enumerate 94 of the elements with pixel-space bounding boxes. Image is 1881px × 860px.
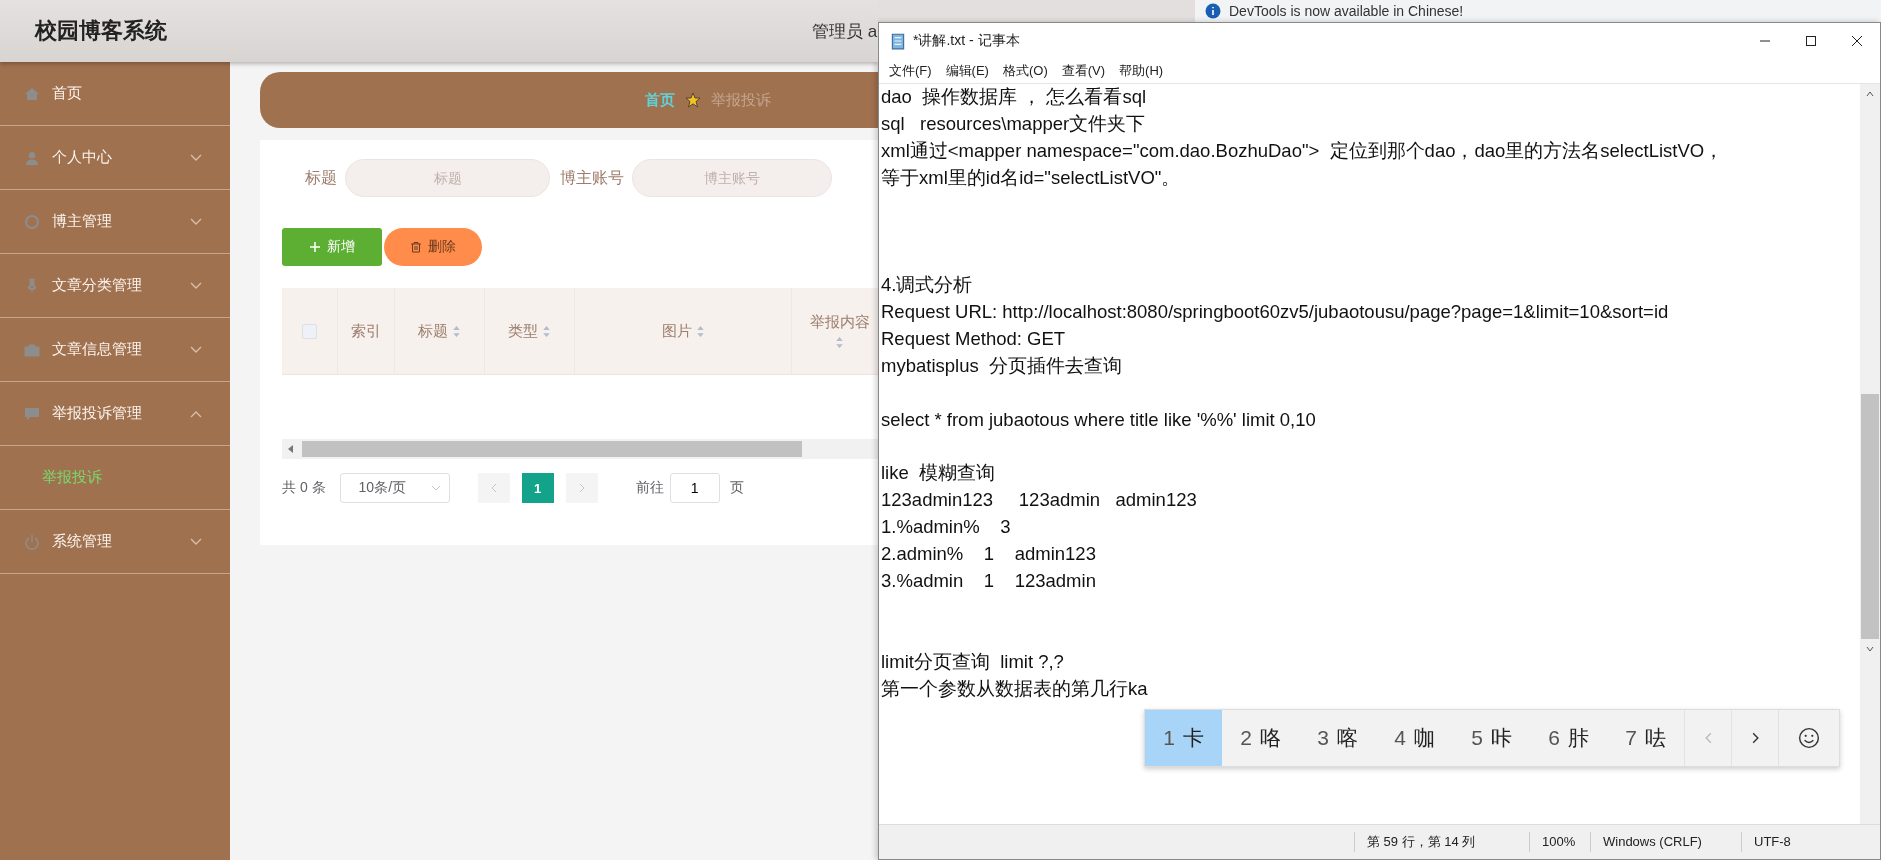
window-title: *讲解.txt - 记事本	[913, 32, 1020, 50]
sort-icon	[452, 324, 461, 338]
menu-icon	[24, 277, 40, 294]
search-field[interactable]: 标题	[345, 159, 550, 197]
scroll-down-icon[interactable]	[1866, 646, 1874, 652]
smiley-icon	[1798, 727, 1820, 749]
menu-item[interactable]: 帮助(H)	[1113, 62, 1170, 80]
previous-page-button[interactable]	[477, 473, 510, 503]
text-line: 2.admin% 1 admin123	[881, 543, 1096, 565]
status-text: 100%	[1529, 832, 1590, 852]
add-button[interactable]: 新增	[282, 228, 382, 266]
text-line: 123admin123 123admin admin123	[881, 489, 1197, 511]
sidebar-item[interactable]: 首页	[0, 62, 230, 126]
text-line: mybatisplus 分页插件去查询	[881, 354, 1122, 376]
page-unit: 页	[729, 479, 744, 497]
sidebar-item[interactable]: 文章分类管理	[0, 254, 230, 318]
page-input[interactable]: 1	[669, 473, 720, 503]
status-text: Windows (CRLF)	[1590, 832, 1741, 852]
candidate[interactable]: 1 卡	[1145, 710, 1222, 766]
sort-icon	[542, 324, 551, 338]
search-field[interactable]: 博主账号	[632, 159, 832, 197]
text-line: 4.调式分析	[881, 274, 973, 296]
column-header[interactable]: 类型	[485, 288, 575, 374]
page-size-select[interactable]: 10条/页	[339, 473, 450, 503]
chevron-left-icon	[490, 483, 497, 493]
sidebar-item[interactable]: 文章信息管理	[0, 318, 230, 382]
text-line: dao 操作数据库 ， 怎么看看sql	[881, 86, 1147, 107]
caret-icon	[430, 485, 441, 491]
text-line: sql resources\mapper文件夹下	[881, 112, 1146, 134]
sort-icon	[695, 324, 705, 338]
scroll-up-icon[interactable]	[1866, 91, 1874, 97]
menu-item[interactable]: 查看(V)	[1055, 62, 1112, 80]
menu-icon	[24, 213, 40, 230]
checkbox[interactable]	[302, 323, 317, 339]
page-button[interactable]: 1	[521, 473, 554, 503]
chevron-right-icon	[578, 483, 585, 493]
menu-item[interactable]: 格式(O)	[996, 62, 1054, 80]
candidate[interactable]: 3 喀	[1299, 710, 1376, 766]
notepad-icon	[889, 32, 907, 50]
menu-item[interactable]: 编辑(E)	[939, 62, 995, 80]
text-line: limit分页查询 limit ?,?	[881, 650, 1064, 672]
menu-icon	[24, 85, 40, 102]
menu-icon	[24, 341, 40, 358]
status-text: 第 59 行，第 14 列	[1354, 832, 1529, 852]
text-line: like 模糊查询	[881, 462, 996, 484]
text-line: xml通过<mapper namespace="com.dao.BozhuDao"> 定位到那个dao，dao里的方法名selectListVO，	[881, 139, 1724, 161]
total-count: 共 0 条	[282, 479, 326, 497]
field-label: 博主账号	[560, 167, 624, 188]
sidebar-item[interactable]: 博主管理	[0, 190, 230, 254]
star-icon	[685, 92, 701, 108]
candidate[interactable]: 7 呿	[1607, 710, 1684, 766]
candidate[interactable]: 2 咯	[1222, 710, 1299, 766]
maximize-icon	[1805, 35, 1817, 47]
text-line: Request URL: http://localhost:8080/springboot60zv5/jubaotousu/page?page=1&limit=10&sort=id	[881, 301, 1669, 323]
candidate[interactable]: 6 胩	[1530, 710, 1607, 766]
chevron-right-icon	[1751, 732, 1759, 744]
sidebar-subitem[interactable]: 举报投诉	[0, 446, 230, 510]
info-icon	[1205, 3, 1221, 19]
user-label: 管理员 a	[812, 20, 878, 43]
text-line: 1.%admin% 3	[881, 516, 1011, 538]
breadcrumb-link[interactable]: 首页	[645, 90, 675, 110]
scroll-left-icon[interactable]	[288, 445, 294, 453]
column-header[interactable]: 标题	[395, 288, 485, 374]
next-page-button[interactable]	[565, 473, 598, 503]
site-title: 校园博客系统	[35, 17, 167, 45]
menu-icon	[24, 405, 40, 422]
scrollbar[interactable]	[1860, 84, 1880, 824]
candidate[interactable]: 5 咔	[1453, 710, 1530, 766]
plus-icon	[309, 241, 321, 253]
chevron-left-icon	[1704, 732, 1712, 744]
text-line: select * from jubaotous where title like '%%' limit 0,10	[881, 408, 1316, 430]
text-line: Request Method: GET	[881, 328, 1066, 349]
status-text: UTF-8	[1741, 832, 1803, 852]
delete-button[interactable]: 删除	[384, 228, 482, 266]
text-line: 第一个参数从数据表的第几行ka	[881, 677, 1148, 699]
goto-label: 前往	[635, 479, 664, 497]
trash-icon	[410, 241, 422, 253]
notice-text: DevTools is now available in Chinese!	[1229, 3, 1464, 19]
column-header[interactable]: 图片	[575, 288, 792, 374]
text-line: 3.%admin 1 123admin	[881, 570, 1096, 592]
sidebar-item[interactable]: 系统管理	[0, 510, 230, 574]
candidate[interactable]: 4 咖	[1376, 710, 1453, 766]
menu-item[interactable]: 文件(F)	[883, 62, 938, 80]
menu-icon	[24, 149, 40, 166]
column-header[interactable]: 索引	[338, 288, 395, 374]
sidebar-item[interactable]: 个人中心	[0, 126, 230, 190]
field-label: 标题	[305, 167, 337, 188]
sort-icon	[835, 336, 844, 349]
column-header[interactable]: 举报内容	[792, 288, 878, 374]
close-icon	[1851, 35, 1863, 47]
text-line: 等于xml里的id名id="selectListVO"。	[881, 166, 1181, 188]
menu-icon	[24, 533, 40, 550]
scrollbar[interactable]	[282, 439, 878, 459]
sidebar-item[interactable]: 举报投诉管理	[0, 382, 230, 446]
